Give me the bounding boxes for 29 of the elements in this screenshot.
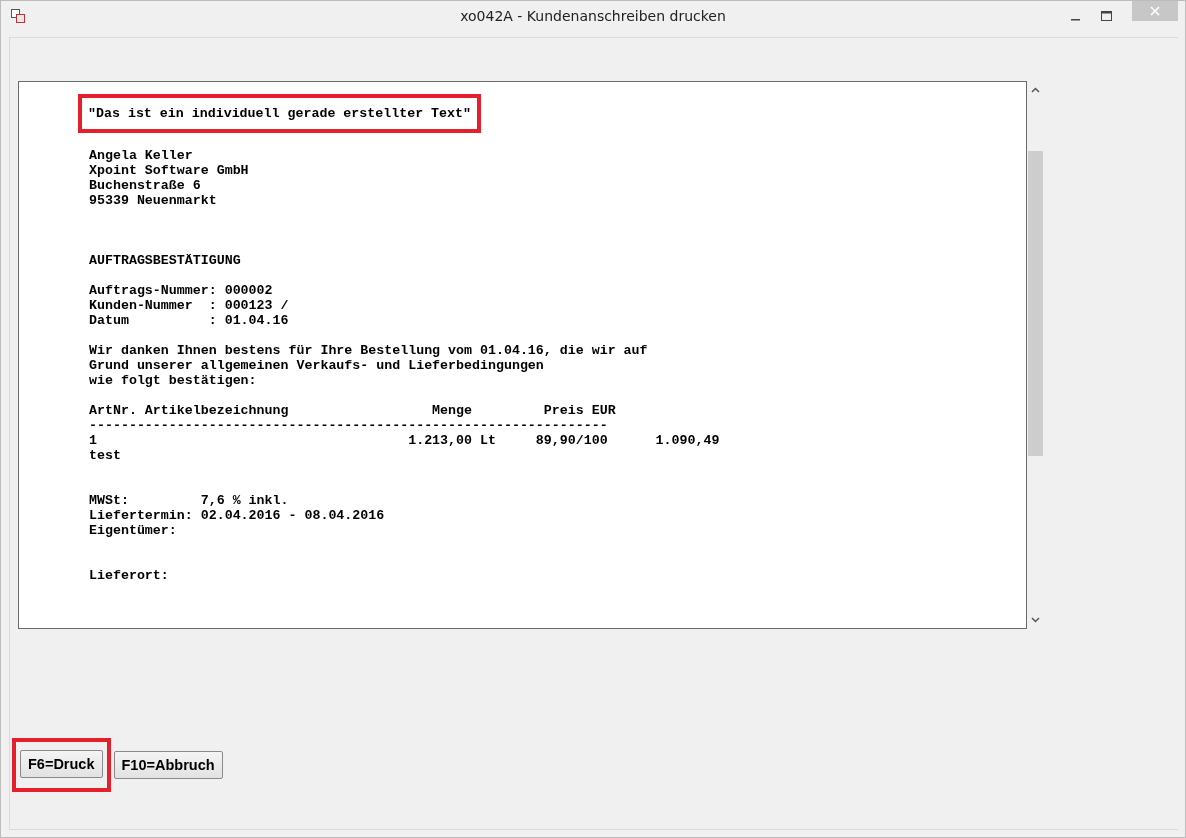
document-line: Auftrags-Nummer: 000002 — [89, 283, 274, 298]
function-key-button[interactable]: F10=Abbruch — [113, 751, 223, 779]
document-line: MWSt: 7,6 % inkl. — [89, 493, 290, 508]
document-line: 1 1.213,00 Lt 89,90/100 1.090,49 — [89, 433, 720, 448]
document-line: ----------------------------------------------------------------- — [89, 418, 609, 433]
document-line: Lieferort: — [89, 568, 169, 583]
scroll-down-icon[interactable] — [1031, 617, 1040, 623]
window-title: xo042A - Kundenanschreiben drucken — [459, 8, 727, 24]
document-line: ArtNr. Artikelbezeichnung Menge Preis EUR — [89, 403, 617, 418]
document-line: Kunden-Nummer : 000123 / — [89, 298, 289, 313]
document-line: Liefertermin: 02.04.2016 - 08.04.2016 — [89, 508, 385, 523]
maximize-icon[interactable] — [1101, 11, 1112, 21]
document-line: Datum : 01.04.16 — [89, 313, 289, 328]
document-line: Buchenstraße 6 — [89, 178, 202, 193]
document-line: Angela Keller — [89, 148, 194, 163]
window-icon — [11, 9, 25, 23]
document-line: Grund unserer allgemeinen Verkaufs- und Lieferbedingungen — [89, 358, 545, 373]
document-line: 95339 Neuenmarkt — [89, 193, 218, 208]
function-key-button[interactable]: F6=Druck — [20, 750, 103, 778]
document-line: AUFTRAGSBESTÄTIGUNG — [89, 253, 241, 268]
document-line: Wir danken Ihnen bestens für Ihre Bestellung vom 01.04.16, die wir auf — [89, 343, 648, 358]
close-icon — [1150, 6, 1160, 16]
scroll-thumb[interactable] — [1028, 151, 1043, 456]
document-line: wie folgt bestätigen: — [89, 373, 258, 388]
scroll-up-icon[interactable] — [1031, 87, 1040, 93]
document-line: "Das ist ein individuell gerade erstellter Text" — [88, 106, 471, 121]
document-line: test — [89, 448, 122, 463]
document-line: Xpoint Software GmbH — [89, 163, 249, 178]
document-line: Eigentümer: — [89, 523, 178, 538]
